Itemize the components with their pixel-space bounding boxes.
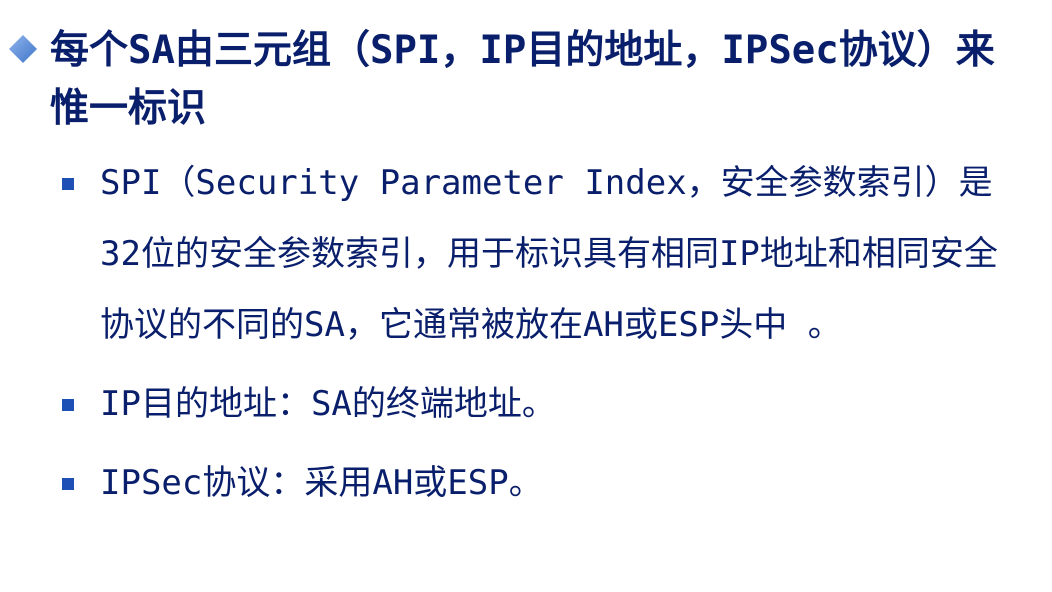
bullet-item-ip-destination: IP目的地址：SA的终端地址。: [62, 369, 1022, 440]
bullet-text: IP目的地址：SA的终端地址。: [100, 384, 556, 424]
slide: 每个SA由三元组（SPI，IP目的地址，IPSec协议）来惟一标识 SPI（Se…: [0, 0, 1052, 592]
bullet-text: IPSec协议：采用AH或ESP。: [100, 463, 543, 503]
square-icon: [62, 399, 74, 411]
bullet-item-ipsec-protocol: IPSec协议：采用AH或ESP。: [62, 448, 1022, 519]
bullet-item-spi: SPI（Security Parameter Index，安全参数索引）是32位…: [62, 148, 1022, 361]
diamond-icon: [9, 35, 37, 63]
square-icon: [62, 478, 74, 490]
bullet-text: SPI（Security Parameter Index，安全参数索引）是32位…: [100, 163, 998, 345]
bullet-list: SPI（Security Parameter Index，安全参数索引）是32位…: [62, 148, 1022, 527]
square-icon: [62, 178, 74, 190]
slide-heading: 每个SA由三元组（SPI，IP目的地址，IPSec协议）来惟一标识: [8, 22, 1038, 138]
heading-text: 每个SA由三元组（SPI，IP目的地址，IPSec协议）来惟一标识: [50, 28, 995, 131]
